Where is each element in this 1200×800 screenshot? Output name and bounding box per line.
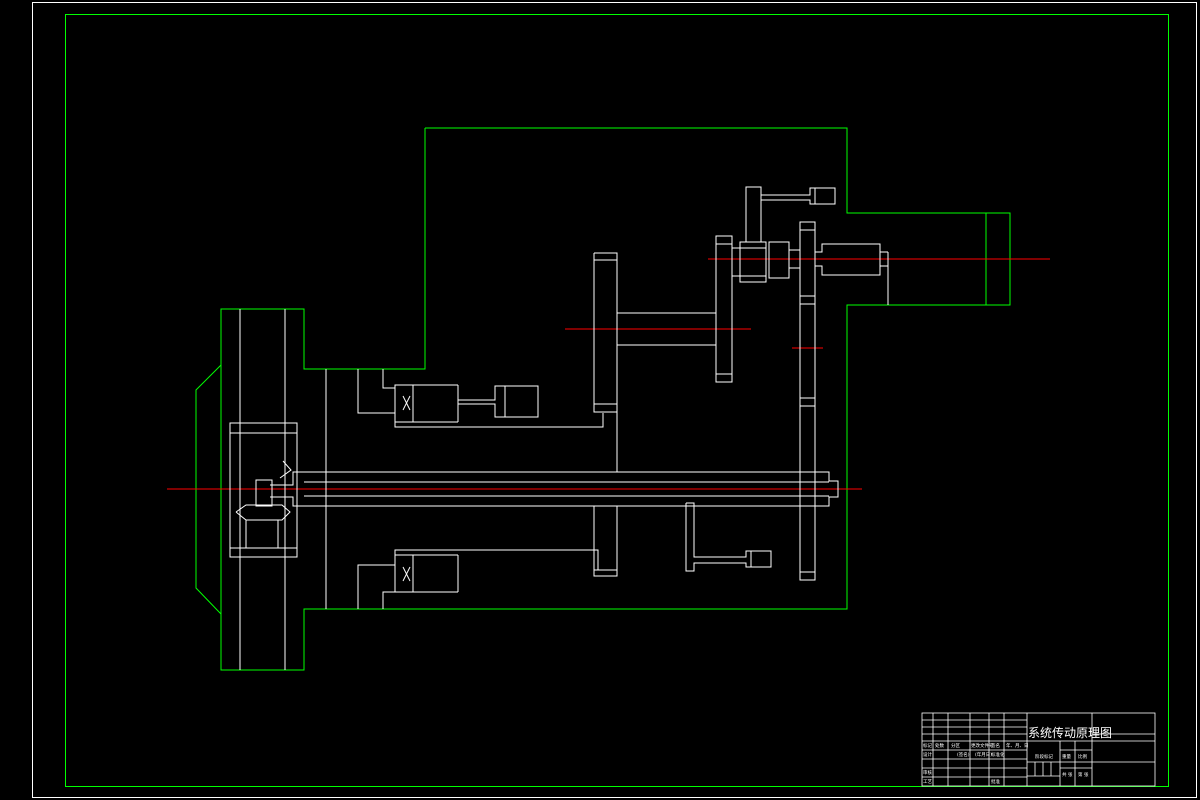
tb-cell-standard: 标准化	[991, 751, 1005, 758]
tb-stage-mark: 阶段标记	[1035, 753, 1053, 760]
tb-sheets-total: 共 张	[1062, 771, 1073, 778]
lower-bearing-assembly	[357, 549, 599, 609]
tb-cell-ymd: (年月日)	[975, 751, 992, 758]
tb-cell-approve: 批准	[991, 778, 1000, 785]
tb-cell-design: 设计	[923, 751, 932, 758]
title-block: 系统传动原理图 标记 处数 分区 更改文件号 签名 年、月、日 设计 (签名) …	[921, 712, 1156, 787]
tb-scale: 比例	[1078, 753, 1087, 760]
drawing-title: 系统传动原理图	[1028, 725, 1112, 740]
tb-cell-date: 年、月、日	[1006, 742, 1029, 749]
lower-shift-fork	[685, 502, 772, 572]
motor-gear-train	[731, 186, 889, 581]
intermediate-right-gear	[715, 235, 733, 383]
sheet-outer-border	[32, 2, 1197, 798]
cad-drawing: 系统传动原理图 标记 处数 分区 更改文件号 签名 年、月、日 设计 (签名) …	[32, 2, 1197, 798]
upper-bearing-assembly	[357, 369, 604, 428]
tb-cell-count: 处数	[935, 742, 944, 749]
tb-cell-signature: 签名	[991, 742, 1000, 749]
intermediate-gear-block	[593, 252, 717, 577]
tb-cell-sign: (签名)	[957, 751, 970, 758]
tb-cell-mark: 标记	[923, 742, 932, 749]
tb-cell-zone: 分区	[951, 742, 960, 749]
tb-weight: 重量	[1062, 753, 1071, 760]
tb-cell-process: 工艺	[923, 779, 932, 785]
housing-outline	[220, 127, 1011, 671]
tb-cell-review: 审核	[923, 769, 932, 776]
tb-sheet-number: 第 张	[1078, 771, 1089, 778]
